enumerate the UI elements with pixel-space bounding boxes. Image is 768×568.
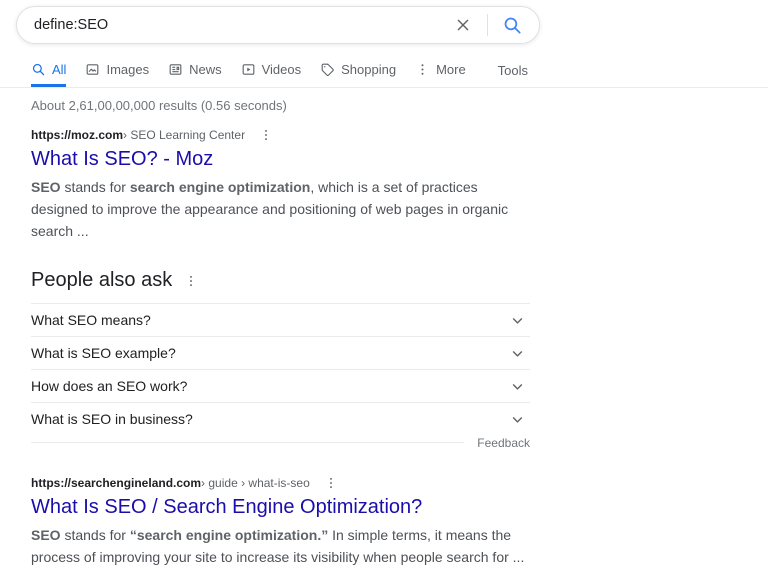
more-dots-icon	[184, 274, 198, 288]
snippet-bold-text: search engine optimization	[129, 179, 311, 195]
snippet-text: stands for	[60, 179, 130, 195]
search-icon	[31, 62, 46, 77]
people-also-ask-options-button[interactable]	[184, 274, 198, 288]
clear-search-button[interactable]	[449, 15, 477, 35]
result-url[interactable]: https://searchengineland.com › guide › w…	[31, 476, 536, 490]
searchbar-divider	[487, 14, 488, 36]
paa-question-text: What is SEO in business?	[31, 411, 193, 427]
feedback-link[interactable]: Feedback	[477, 436, 530, 450]
tab-more[interactable]: More	[415, 57, 466, 87]
result-snippet: SEO stands for search engine optimizatio…	[31, 176, 536, 242]
chevron-down-icon	[508, 344, 527, 363]
search-bar	[16, 6, 540, 44]
result-stats: About 2,61,00,00,000 results (0.56 secon…	[31, 98, 287, 113]
tab-label: All	[52, 61, 67, 77]
more-dots-icon	[415, 62, 430, 77]
shopping-tag-icon	[320, 62, 335, 77]
result-url-path: › guide › what-is-seo	[201, 476, 310, 490]
tab-label: Shopping	[341, 61, 397, 77]
snippet-bold-text: SEO	[31, 179, 61, 195]
images-icon	[85, 62, 100, 77]
result-options-button[interactable]	[324, 476, 338, 490]
search-button[interactable]	[498, 15, 527, 36]
people-also-ask-section: People also ask What SEO means? What is …	[31, 269, 530, 450]
tab-news[interactable]: News	[168, 57, 222, 87]
result-url[interactable]: https://moz.com › SEO Learning Center	[31, 128, 536, 142]
people-also-ask-title: People also ask	[31, 269, 173, 291]
paa-question[interactable]: How does an SEO work?	[31, 369, 530, 402]
more-dots-icon	[324, 476, 338, 490]
paa-question-text: What SEO means?	[31, 312, 151, 328]
result-title-link[interactable]: What Is SEO / Search Engine Optimization…	[31, 495, 422, 519]
result-url-path: › SEO Learning Center	[123, 128, 246, 142]
tab-label: Videos	[261, 61, 302, 77]
divider	[31, 442, 465, 443]
paa-question[interactable]: What is SEO in business?	[31, 402, 530, 435]
search-input[interactable]	[34, 17, 449, 33]
close-icon	[453, 15, 473, 35]
tools-button[interactable]: Tools	[498, 57, 528, 87]
result-title-link[interactable]: What Is SEO? - Moz	[31, 147, 213, 171]
result-url-domain: https://moz.com	[31, 128, 123, 142]
search-icon	[502, 15, 523, 36]
tab-label: News	[189, 61, 222, 77]
result-snippet: SEO stands for “search engine optimizati…	[31, 524, 536, 568]
result-options-button[interactable]	[259, 128, 273, 142]
paa-question[interactable]: What SEO means?	[31, 303, 530, 336]
videos-icon	[241, 62, 256, 77]
snippet-bold-text: “search engine optimization.”	[129, 527, 329, 543]
snippet-bold-text: SEO	[31, 527, 61, 543]
paa-question-text: How does an SEO work?	[31, 378, 188, 394]
paa-question-text: What is SEO example?	[31, 345, 176, 361]
chevron-down-icon	[508, 377, 527, 396]
tab-label: More	[436, 61, 466, 77]
chevron-down-icon	[508, 410, 527, 429]
news-icon	[168, 62, 183, 77]
tab-shopping[interactable]: Shopping	[320, 57, 396, 87]
search-result: https://moz.com › SEO Learning Center Wh…	[31, 128, 536, 242]
chevron-down-icon	[508, 311, 527, 330]
tab-all[interactable]: All	[31, 57, 67, 87]
snippet-text: stands for	[60, 527, 130, 543]
paa-question[interactable]: What is SEO example?	[31, 336, 530, 369]
tab-label: Images	[106, 61, 150, 77]
result-url-domain: https://searchengineland.com	[31, 476, 202, 490]
tab-videos[interactable]: Videos	[241, 57, 302, 87]
tab-images[interactable]: Images	[85, 57, 149, 87]
more-dots-icon	[259, 128, 273, 142]
search-result: https://searchengineland.com › guide › w…	[31, 476, 536, 568]
tabs-bar: All Images News Videos Shopping More Too…	[0, 57, 768, 88]
